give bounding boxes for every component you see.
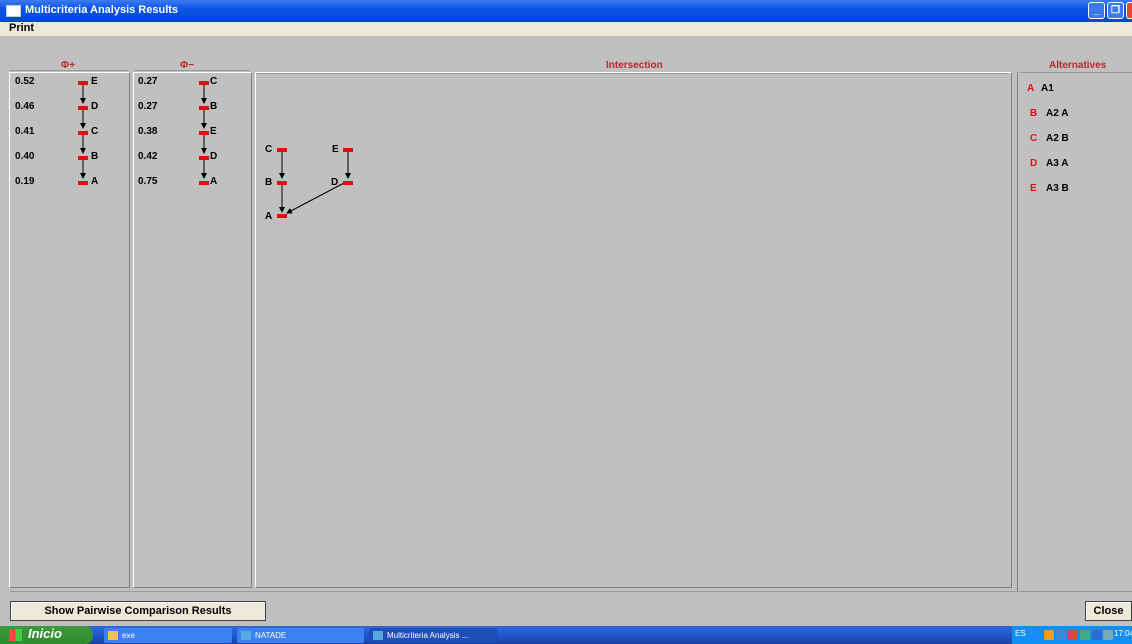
alt-letter: D xyxy=(1030,158,1038,169)
phi-minus-node-marker xyxy=(199,131,209,135)
app-icon xyxy=(373,631,383,640)
network-icon[interactable] xyxy=(1103,630,1113,640)
windows-flag-icon xyxy=(9,629,22,641)
folder-icon xyxy=(108,631,118,640)
app-icon xyxy=(241,631,251,640)
node-marker-a xyxy=(277,214,287,218)
phi-minus-node-marker xyxy=(199,81,209,85)
node-marker-d xyxy=(343,181,353,185)
phi-minus-node-marker xyxy=(199,106,209,110)
language-indicator[interactable]: ES xyxy=(1015,629,1026,638)
tray-icon[interactable] xyxy=(1044,630,1054,640)
bluetooth-icon[interactable] xyxy=(1092,630,1102,640)
tray-icon[interactable] xyxy=(1056,630,1066,640)
close-button[interactable]: Close xyxy=(1085,601,1132,621)
system-tray: ES 17:04 xyxy=(1012,626,1132,644)
alt-name: A2 B xyxy=(1046,133,1069,144)
phi-minus-graph xyxy=(199,81,209,185)
phi-plus-node-marker xyxy=(78,106,88,110)
phi-plus-node-marker xyxy=(78,181,88,185)
node-marker-b xyxy=(277,181,287,185)
tray-icon[interactable] xyxy=(1068,630,1078,640)
alt-letter: E xyxy=(1030,183,1037,194)
taskbar-item-label: NATADE xyxy=(255,631,287,640)
alt-letter: B xyxy=(1030,108,1038,119)
alt-letter: A xyxy=(1027,83,1035,94)
phi-plus-node-marker xyxy=(78,81,88,85)
alt-name: A2 A xyxy=(1046,108,1069,119)
intersection-graph xyxy=(277,148,353,218)
tray-icon[interactable] xyxy=(1030,630,1040,640)
phi-minus-node-marker xyxy=(199,156,209,160)
clock: 17:04 xyxy=(1114,629,1132,638)
alt-name: A3 A xyxy=(1046,158,1069,169)
ranking-graphs xyxy=(78,81,353,218)
alt-name: A3 B xyxy=(1046,183,1069,194)
edge-d-a xyxy=(286,182,345,214)
show-pairwise-button[interactable]: Show Pairwise Comparison Results xyxy=(10,601,266,621)
node-marker-e xyxy=(343,148,353,152)
phi-plus-node-marker xyxy=(78,131,88,135)
taskbar-item-label: exe xyxy=(122,631,135,640)
start-button[interactable]: Inicio xyxy=(0,626,93,644)
alt-letter: C xyxy=(1030,133,1038,144)
taskbar-item-natade[interactable]: NATADE xyxy=(237,628,364,643)
tray-icon[interactable] xyxy=(1080,630,1090,640)
taskbar-item-multicriteria[interactable]: Multicriteria Analysis ... xyxy=(369,628,497,643)
taskbar: Inicio exe NATADE Multicriteria Analysis… xyxy=(0,626,1132,644)
alt-name: A1 xyxy=(1041,83,1054,94)
start-label: Inicio xyxy=(28,626,62,641)
phi-plus-graph xyxy=(78,81,88,185)
node-marker-c xyxy=(277,148,287,152)
phi-minus-node-marker xyxy=(199,181,209,185)
phi-plus-node-marker xyxy=(78,156,88,160)
taskbar-item-exe[interactable]: exe xyxy=(104,628,232,643)
taskbar-item-label: Multicriteria Analysis ... xyxy=(387,631,469,640)
